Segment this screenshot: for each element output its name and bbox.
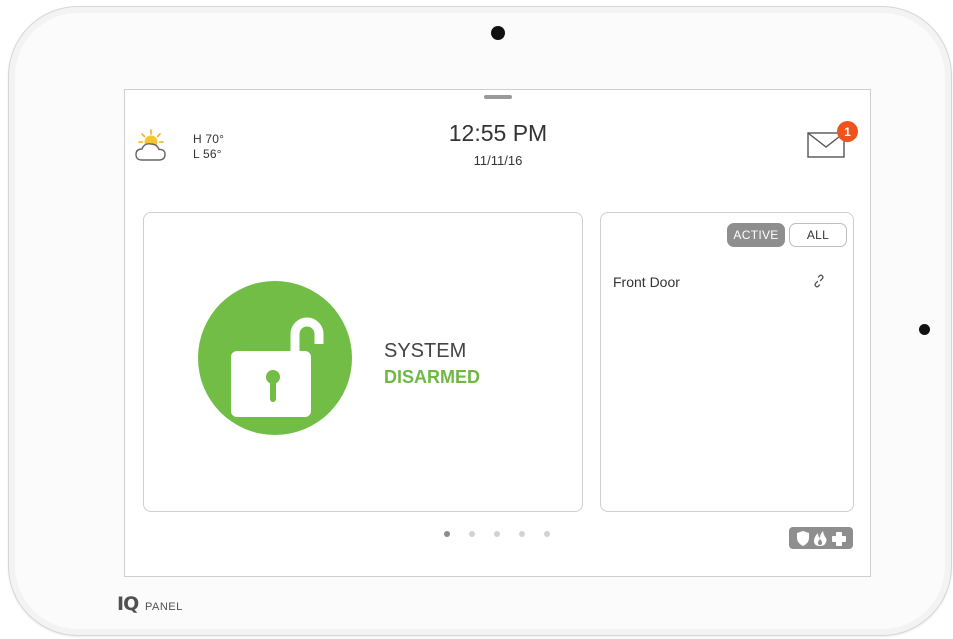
status-disarmed-label: DISARMED	[384, 367, 481, 387]
arm-status-button[interactable]	[198, 281, 352, 435]
filter-all-button[interactable]: ALL	[789, 223, 847, 247]
pull-down-handle[interactable]	[484, 95, 512, 99]
current-time: 12:55 PM	[448, 120, 548, 146]
messages-button[interactable]: 1	[807, 120, 861, 162]
panel-device: H 70° L 56° 12:55 PM 11/11/16 1 SYSTEM D…	[8, 6, 952, 636]
fire-icon	[814, 531, 827, 546]
partly-sunny-icon	[135, 129, 166, 161]
sensor-list-card: ACTIVE ALL Front Door	[600, 212, 854, 512]
status-text: SYSTEM DISARMED	[384, 340, 480, 388]
iq-panel-logo: IQ PANEL	[117, 593, 207, 616]
security-status-card[interactable]: SYSTEM DISARMED	[143, 212, 583, 512]
unlocked-padlock-icon	[231, 317, 324, 417]
temperature-high: H 70°	[193, 132, 225, 146]
camera-lens	[491, 26, 505, 40]
brand-word: PANEL	[145, 601, 183, 613]
page-dot[interactable]	[469, 531, 475, 537]
list-item[interactable]: Front Door	[613, 272, 841, 294]
medical-cross-icon	[832, 532, 846, 546]
page-dot[interactable]	[494, 531, 500, 537]
page-dot[interactable]	[444, 531, 450, 537]
sensor-name: Front Door	[613, 274, 680, 290]
page-dot[interactable]	[519, 531, 525, 537]
brand-mark: IQ	[117, 593, 139, 615]
shield-icon	[797, 531, 809, 546]
status-system-label: SYSTEM	[384, 340, 467, 362]
unread-badge: 1	[837, 121, 858, 142]
touchscreen: H 70° L 56° 12:55 PM 11/11/16 1 SYSTEM D…	[124, 89, 871, 577]
filter-active-button[interactable]: ACTIVE	[727, 223, 785, 247]
weather-widget[interactable]: H 70° L 56°	[134, 128, 234, 164]
current-date: 11/11/16	[473, 153, 523, 168]
open-link-icon	[814, 274, 824, 288]
temperature-low: L 56°	[193, 147, 222, 161]
emergency-button[interactable]	[789, 527, 853, 549]
proximity-sensor	[919, 324, 930, 335]
clock: 12:55 PM 11/11/16	[398, 120, 598, 168]
page-dot[interactable]	[544, 531, 550, 537]
